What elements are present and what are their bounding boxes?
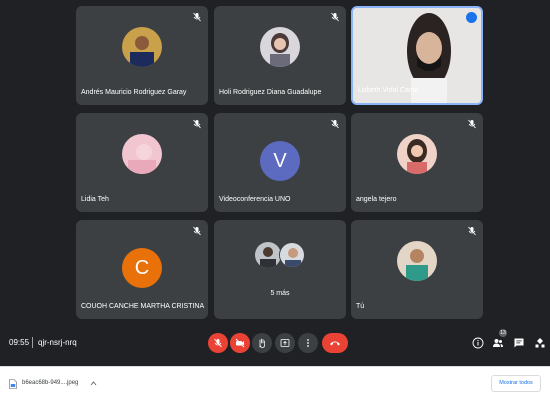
present-icon [280,339,290,347]
speaking-indicator-icon [466,12,477,23]
mic-off-icon [468,119,476,129]
avatar [122,26,162,67]
participant-tile-self[interactable]: Tú [351,220,483,319]
leave-call-button[interactable] [322,333,348,353]
avatar [397,240,437,281]
avatar: C [122,247,162,288]
present-now-button[interactable] [275,333,295,353]
avatar [279,242,305,268]
chat-icon[interactable] [513,337,525,349]
more-options-button[interactable] [298,333,318,353]
participant-name: Lizbeth Vidal Canto [358,87,419,94]
avatar [255,242,281,268]
camera-off-icon [235,338,245,348]
participant-name: Videoconferencia UNO [219,196,291,203]
info-icon[interactable] [472,337,484,349]
participant-tile[interactable]: Holi Rodriguez Diana Guadalupe [214,6,346,105]
toggle-camera-button[interactable] [230,333,250,353]
divider [32,337,33,348]
avatar [397,133,437,174]
show-all-downloads-button[interactable]: Mostrar todos [491,375,541,392]
participant-tile[interactable]: Lidia Teh [76,113,208,212]
raise-hand-icon [259,338,265,348]
mic-off-icon [193,12,201,22]
meeting-code: qjr-nsrj-nrq [38,338,77,347]
avatar [260,26,300,67]
participant-tile[interactable]: Andrés Mauricio Rodriguez Garay [76,6,208,105]
download-file-name[interactable]: b6eac68b-949....jpeg [22,380,78,386]
raise-hand-button[interactable] [252,333,272,353]
mic-off-icon [331,119,339,129]
avatar [122,133,162,174]
image-file-icon [9,379,17,389]
mic-off-icon [468,226,476,236]
meeting-control-bar: 09:55 qjr-nsrj-nrq 13 [0,326,550,360]
more-participants-label: 5 más [270,290,290,297]
participant-name: Holi Rodriguez Diana Guadalupe [219,89,322,96]
more-options-icon [307,339,309,347]
people-icon[interactable] [492,337,504,349]
mic-off-icon [214,338,222,348]
mic-off-icon [331,12,339,22]
participant-name: angela tejero [356,196,397,203]
mic-off-icon [193,119,201,129]
participant-tile[interactable]: V Videoconferencia UNO [214,113,346,212]
more-participants-tile[interactable]: 5 más [214,220,346,319]
participant-count-badge: 13 [499,329,507,337]
activities-icon[interactable] [534,337,546,349]
participant-name: Lidia Teh [81,196,109,203]
participant-tile[interactable]: C COUOH CANCHE MARTHA CRISTINA [76,220,208,319]
participant-tile[interactable]: angela tejero [351,113,483,212]
participant-video-tile[interactable]: Lizbeth Vidal Canto [351,6,483,105]
participant-name: Andrés Mauricio Rodriguez Garay [81,89,187,96]
mic-off-icon [193,226,201,236]
meeting-time: 09:55 [9,338,30,347]
chevron-up-icon[interactable] [90,380,97,387]
toggle-mic-button[interactable] [208,333,228,353]
participant-name: COUOH CANCHE MARTHA CRISTINA [81,303,205,310]
avatar: V [260,140,300,181]
download-bar: b6eac68b-949....jpeg Mostrar todos [0,366,550,400]
hang-up-icon [330,341,340,346]
participant-name: Tú [356,303,365,310]
